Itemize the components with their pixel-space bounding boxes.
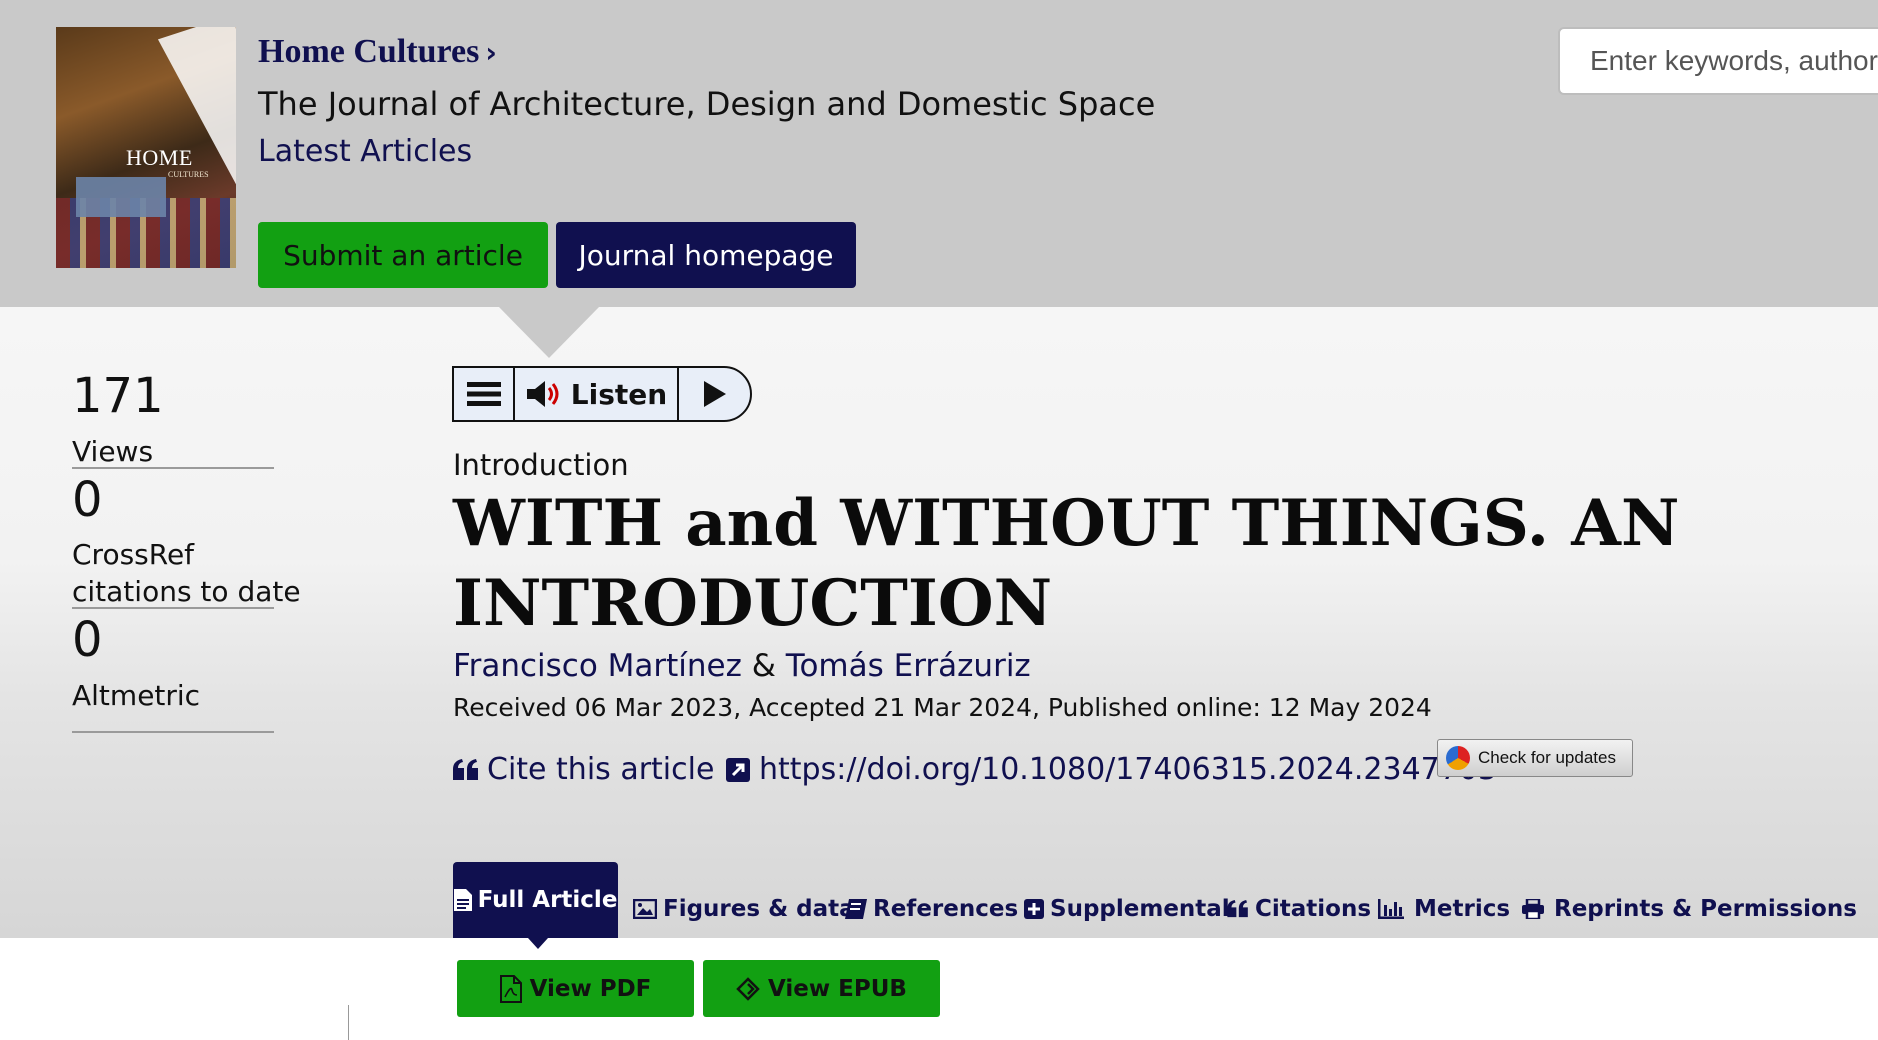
crossref-label: CrossRef citations to date xyxy=(72,538,301,608)
document-icon xyxy=(453,889,472,911)
journal-cover-image[interactable]: HOME CULTURES xyxy=(56,27,236,268)
chevron-right-icon: › xyxy=(485,36,497,69)
tab-metrics-label: Metrics xyxy=(1414,896,1511,922)
search-input[interactable] xyxy=(1558,27,1878,95)
bar-chart-icon xyxy=(1378,899,1404,919)
tab-citations-label: Citations xyxy=(1255,896,1372,922)
metric-divider xyxy=(72,607,274,609)
crossref-count: 0 xyxy=(72,472,103,528)
journal-subtitle: The Journal of Architecture, Design and … xyxy=(258,85,1156,123)
cite-article-link[interactable]: Cite this article xyxy=(453,752,714,787)
altmetric-label: Altmetric xyxy=(72,679,201,712)
publication-dates: Received 06 Mar 2023, Accepted 21 Mar 20… xyxy=(453,693,1432,722)
header-pointer-decoration xyxy=(498,306,600,358)
crossmark-icon xyxy=(1446,746,1470,770)
latest-articles-link[interactable]: Latest Articles xyxy=(258,134,472,169)
tab-citations[interactable]: Citations xyxy=(1227,880,1371,938)
tab-metrics[interactable]: Metrics xyxy=(1378,880,1510,938)
tab-figures-label: Figures & data xyxy=(663,896,855,922)
external-link-icon xyxy=(726,757,750,782)
tab-references[interactable]: References xyxy=(845,880,1018,938)
journal-title-link[interactable]: Home Cultures › xyxy=(258,33,497,71)
cover-subtitle: CULTURES xyxy=(168,170,209,179)
view-pdf-button[interactable]: View PDF xyxy=(457,960,694,1017)
tab-reprints-permissions[interactable]: Reprints & Permissions xyxy=(1522,880,1857,938)
image-icon xyxy=(633,899,657,919)
tab-supplemental[interactable]: Supplemental xyxy=(1024,880,1230,938)
view-epub-label: View EPUB xyxy=(768,975,907,1002)
journal-homepage-button[interactable]: Journal homepage xyxy=(556,222,856,288)
check-updates-label: Check for updates xyxy=(1478,748,1616,767)
hamburger-icon xyxy=(466,382,501,406)
quote-icon xyxy=(1227,900,1248,918)
cite-article-label: Cite this article xyxy=(487,752,715,787)
check-for-updates-button[interactable]: Check for updates xyxy=(1437,739,1633,777)
tab-full-article-label: Full Article xyxy=(477,887,618,913)
listen-label: Listen xyxy=(570,377,668,411)
article-title: WITH and WITHOUT THINGS. AN INTRODUCTION xyxy=(453,486,1680,641)
cover-bed-decoration xyxy=(76,177,166,217)
tab-active-pointer xyxy=(528,938,548,949)
metric-divider xyxy=(72,467,274,469)
view-epub-button[interactable]: View EPUB xyxy=(703,960,940,1017)
play-button[interactable] xyxy=(679,368,750,420)
print-icon xyxy=(1522,899,1544,919)
listen-menu-button[interactable] xyxy=(454,368,515,420)
journal-title-text: Home Cultures xyxy=(258,33,480,70)
doi-link[interactable]: https://doi.org/10.1080/17406315.2024.23… xyxy=(725,752,1497,787)
author-list: Francisco Martínez & Tomás Errázuriz xyxy=(453,648,1031,684)
views-count: 171 xyxy=(72,368,164,424)
tab-reprints-label: Reprints & Permissions xyxy=(1554,896,1857,922)
submit-article-button[interactable]: Submit an article xyxy=(258,222,548,288)
cover-title: HOME xyxy=(126,145,193,170)
views-label: Views xyxy=(72,435,154,468)
pdf-file-icon xyxy=(499,974,522,1003)
author-separator: & xyxy=(751,648,776,684)
metric-divider xyxy=(72,731,274,733)
tab-supplemental-label: Supplemental xyxy=(1050,896,1230,922)
journal-header: HOME CULTURES Home Cultures › The Journal… xyxy=(0,0,1878,307)
tab-references-label: References xyxy=(873,896,1019,922)
author-link[interactable]: Francisco Martínez xyxy=(453,648,742,684)
play-icon xyxy=(703,381,726,407)
author-link[interactable]: Tomás Errázuriz xyxy=(786,648,1031,684)
listen-button[interactable]: Listen xyxy=(515,368,679,420)
quote-icon xyxy=(453,758,478,780)
view-pdf-label: View PDF xyxy=(529,975,652,1002)
content-divider xyxy=(348,1005,349,1040)
tab-full-article[interactable]: Full Article xyxy=(453,862,618,938)
listen-player: Listen xyxy=(452,366,752,422)
book-icon xyxy=(845,899,867,919)
speaker-icon xyxy=(526,381,559,407)
doi-text: https://doi.org/10.1080/17406315.2024.23… xyxy=(759,752,1498,787)
plus-square-icon xyxy=(1024,899,1044,919)
tab-figures-data[interactable]: Figures & data xyxy=(633,880,855,938)
altmetric-count[interactable]: 0 xyxy=(72,612,103,668)
epub-icon xyxy=(736,976,760,1001)
article-type: Introduction xyxy=(453,448,629,482)
